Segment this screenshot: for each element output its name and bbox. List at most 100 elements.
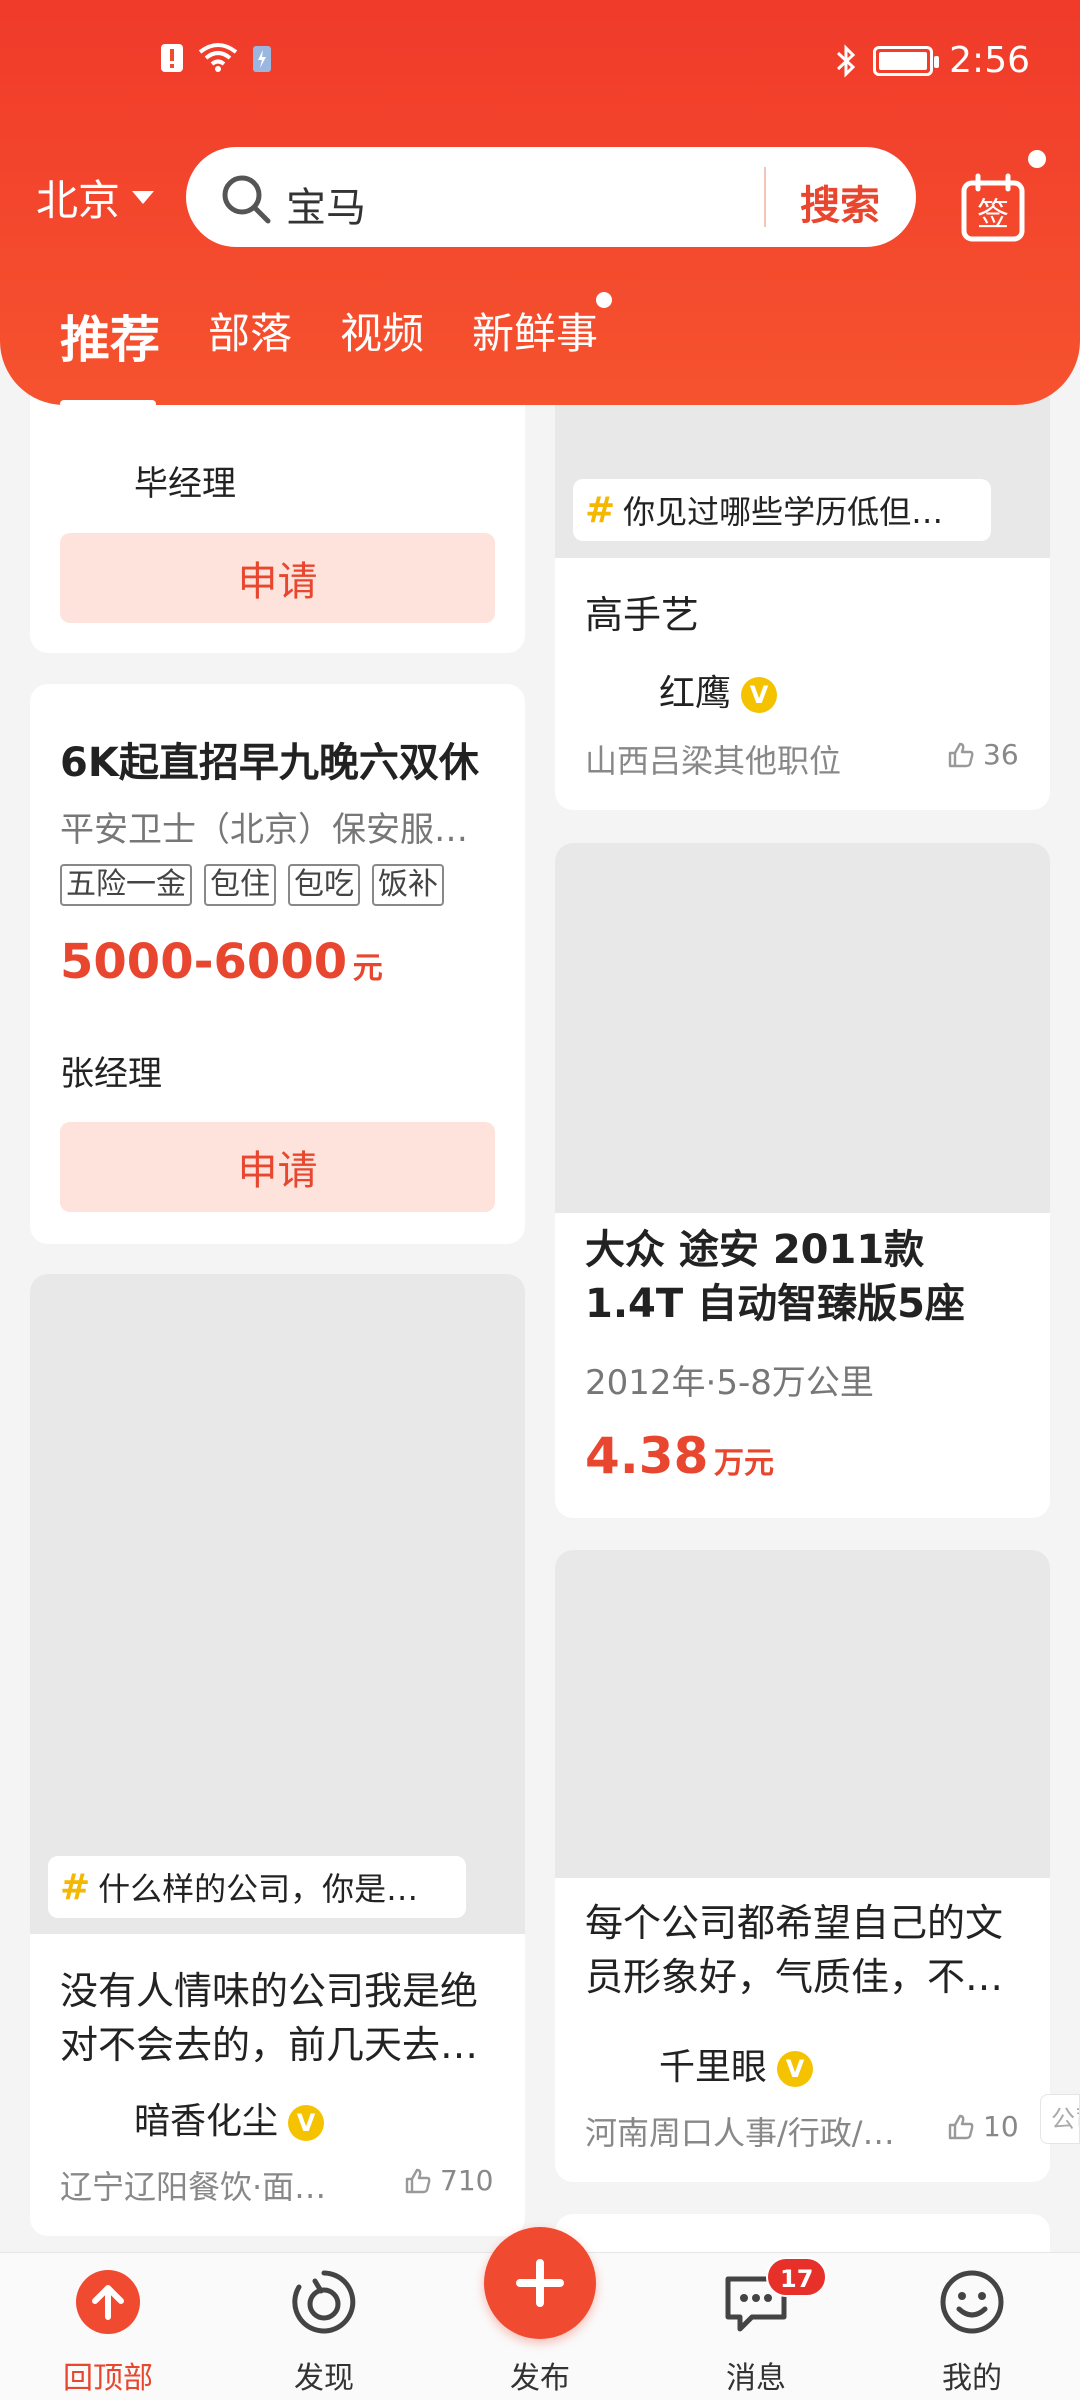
thumbs-up-icon	[948, 742, 974, 767]
tab-video[interactable]: 视频	[340, 300, 424, 372]
category-tabs: 推荐 部落 视频 新鲜事	[60, 292, 646, 408]
topic-text: 什么样的公司，你是…	[98, 1870, 419, 1908]
job-salary: 5000-6000 元	[60, 934, 383, 990]
nav-label: 发现	[294, 2361, 354, 2396]
author-name: 红鹰	[659, 673, 732, 714]
verified-icon: V	[741, 677, 778, 713]
post-location: 山西吕梁其他职位	[585, 742, 842, 780]
post-card[interactable]: 每个公司都希望自己的文员形象好，气质佳，不… 千里眼 V 河南周口人事/行政/… …	[555, 1550, 1050, 2182]
battery-saver-icon	[253, 46, 271, 72]
car-price: 4.38 万元	[585, 1427, 774, 1485]
welfare-tag: 包住	[204, 864, 276, 906]
nav-mine[interactable]: 我的	[892, 2253, 1052, 2400]
apply-button[interactable]: 申请	[60, 533, 495, 623]
post-author: 红鹰 V	[659, 664, 778, 716]
arrow-up-icon	[76, 2270, 140, 2334]
like-count[interactable]: 710	[404, 2164, 493, 2197]
post-author: 千里眼 V	[659, 2038, 814, 2090]
verified-icon: V	[777, 2051, 814, 2087]
verified-icon: V	[288, 2105, 325, 2141]
edge-hint-chip: 公司	[1040, 2094, 1080, 2144]
nav-label: 消息	[726, 2361, 786, 2396]
plus-icon	[516, 2259, 564, 2307]
topic-tag[interactable]: # 你见过哪些学历低但…	[573, 479, 991, 541]
message-count-badge: 17	[766, 2257, 828, 2297]
search-input[interactable]: 宝马	[286, 175, 366, 233]
sign-in-calendar-icon[interactable]: 签	[960, 173, 1026, 243]
post-location: 辽宁辽阳餐饮·面…	[60, 2168, 327, 2206]
car-title: 大众 途安 2011款 1.4T 自动智臻版5座	[585, 1227, 965, 1327]
author-name: 千里眼	[659, 2047, 768, 2088]
nav-label: 发布	[510, 2361, 570, 2396]
car-image	[555, 843, 1050, 1213]
nav-label: 回顶部	[63, 2361, 153, 2396]
status-bar: 2:56	[0, 36, 1080, 96]
tab-news-label: 新鲜事	[472, 309, 599, 358]
like-count[interactable]: 36	[947, 738, 1019, 771]
job-title: 6K起直招早九晚六双休	[60, 740, 479, 786]
header: 2:56 北京 宝马 搜索 签 推荐 部落 视频 新鲜事	[0, 0, 1080, 408]
welfare-tag: 包吃	[288, 864, 360, 906]
tab-news[interactable]: 新鲜事	[472, 292, 613, 372]
thumbs-up-icon	[405, 2168, 431, 2193]
notification-alert-icon	[161, 44, 183, 72]
search-button[interactable]: 搜索	[800, 173, 880, 231]
job-card[interactable]: 6K起直招早九晚六双休 平安卫士（北京）保安服… 五险一金 包住 包吃 饭补 5…	[30, 684, 525, 1244]
post-title: 每个公司都希望自己的文员形象好，气质佳，不…	[585, 1901, 1004, 1999]
job-contact: 张经理	[60, 1054, 162, 1094]
clock: 2:56	[949, 40, 1030, 81]
search-bar[interactable]: 宝马 搜索	[186, 147, 916, 247]
city-label: 北京	[36, 176, 121, 225]
topic-text: 你见过哪些学历低但…	[623, 493, 944, 531]
sign-in-dot	[1028, 150, 1046, 168]
like-number: 10	[983, 2110, 1019, 2143]
topic-tag[interactable]: # 什么样的公司，你是…	[48, 1856, 466, 1918]
thumbs-up-icon	[948, 2114, 974, 2139]
post-location: 河南周口人事/行政/…	[585, 2114, 895, 2152]
job-company: 平安卫士（北京）保安服…	[60, 810, 468, 850]
car-card[interactable]: 大众 途安 2011款 1.4T 自动智臻版5座 2012年·5-8万公里 4.…	[555, 843, 1050, 1518]
salary-value: 5000-6000	[60, 934, 348, 990]
welfare-tag: 饭补	[372, 864, 444, 906]
nav-back-to-top[interactable]: 回顶部	[28, 2253, 188, 2400]
discover-icon	[292, 2270, 356, 2334]
bottom-nav: 回顶部 发现 发布 17 消息 我的	[0, 2227, 1080, 2400]
post-card[interactable]: # 什么样的公司，你是… 没有人情味的公司我是绝对不会去的，前几天去… 暗香化尘…	[30, 1274, 525, 2236]
tab-tribe[interactable]: 部落	[208, 300, 292, 372]
price-unit: 万元	[713, 1446, 774, 1481]
hashtag-icon: #	[60, 1866, 91, 1908]
job-contact: 毕经理	[134, 464, 236, 504]
salary-unit: 元	[352, 951, 383, 986]
search-icon	[222, 175, 271, 224]
post-card-partial[interactable]: # 你见过哪些学历低但… 高手艺 红鹰 V 山西吕梁其他职位 36	[555, 380, 1050, 810]
like-number: 710	[440, 2164, 494, 2197]
nav-label: 我的	[942, 2361, 1002, 2396]
tab-recommend[interactable]: 推荐	[60, 300, 160, 408]
post-image	[555, 1550, 1050, 1878]
post-image	[30, 1274, 525, 1934]
search-divider	[764, 167, 766, 227]
like-number: 36	[983, 738, 1019, 771]
post-author: 暗香化尘 V	[134, 2092, 325, 2144]
caret-down-icon	[132, 191, 155, 204]
battery-icon	[873, 45, 940, 76]
car-meta: 2012年·5-8万公里	[585, 1363, 874, 1403]
nav-discover[interactable]: 发现	[244, 2253, 404, 2400]
nav-messages[interactable]: 17 消息	[676, 2253, 836, 2400]
post-title: 高手艺	[585, 593, 700, 637]
bluetooth-icon	[837, 43, 856, 78]
city-selector[interactable]: 北京	[36, 167, 155, 228]
svg-text:签: 签	[977, 195, 1009, 233]
post-title: 没有人情味的公司我是绝对不会去的，前几天去…	[60, 1969, 479, 2067]
hashtag-icon: #	[585, 489, 616, 531]
welfare-tag: 五险一金	[60, 864, 192, 906]
nav-publish[interactable]: 发布	[460, 2227, 620, 2400]
apply-button[interactable]: 申请	[60, 1122, 495, 1212]
welfare-tags: 五险一金 包住 包吃 饭补	[60, 864, 444, 906]
job-card-partial[interactable]: 毕经理 申请	[30, 380, 525, 653]
publish-button[interactable]	[484, 2227, 596, 2339]
wifi-icon	[198, 43, 238, 72]
like-count[interactable]: 10	[947, 2110, 1019, 2143]
smiley-profile-icon	[940, 2270, 1004, 2334]
price-value: 4.38	[585, 1427, 709, 1485]
